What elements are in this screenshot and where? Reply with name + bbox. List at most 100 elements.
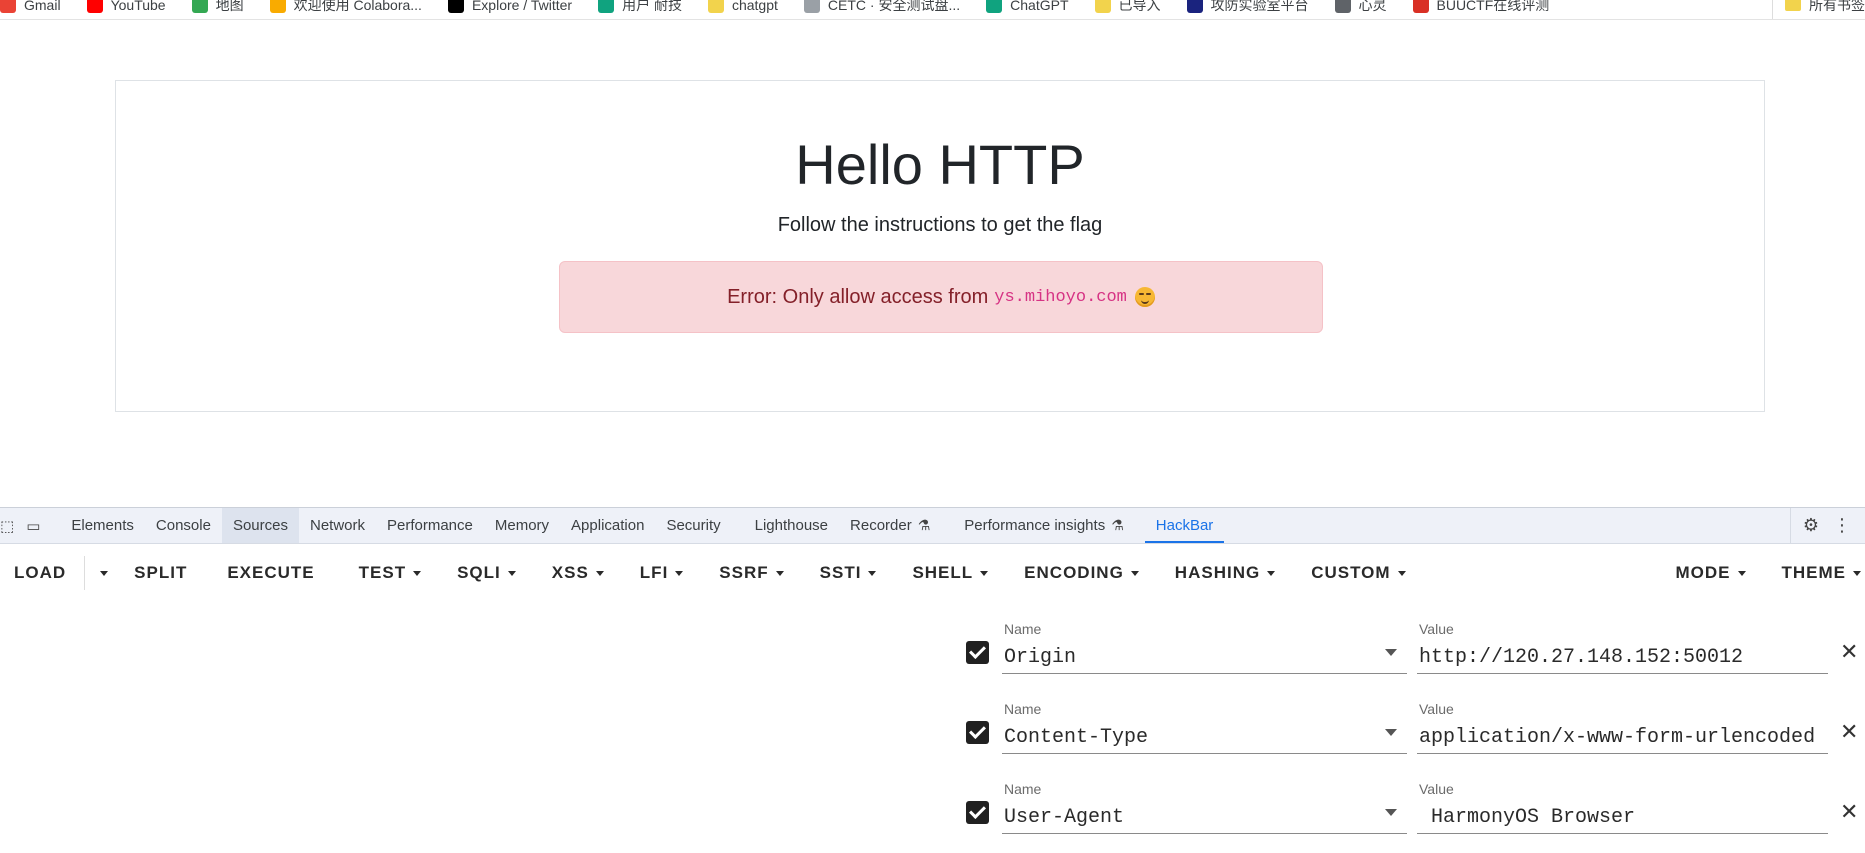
bookmark-item[interactable]: 已导入 (1094, 0, 1161, 15)
remove-header-close-icon[interactable]: ✕ (1840, 641, 1858, 663)
tab-memory[interactable]: Memory (484, 508, 560, 543)
inspect-element-icon[interactable]: ⬚ (0, 517, 14, 535)
bookmark-item[interactable]: ChatGPT (986, 0, 1069, 13)
header-enabled-checkbox[interactable] (966, 801, 989, 824)
header-enabled-checkbox[interactable] (966, 641, 989, 664)
bookmark-item[interactable]: chatgpt (707, 0, 778, 13)
bookmark-favicon-icon (1412, 0, 1429, 13)
bookmark-item[interactable]: BUUCTF在线评测 (1412, 0, 1549, 15)
load-button[interactable]: LOAD (0, 556, 86, 590)
header-value-text: application/x-www-form-urlencoded (1419, 726, 1816, 749)
header-name-field[interactable]: Name Origin (1002, 613, 1407, 674)
bookmark-favicon-icon (1186, 0, 1203, 13)
ssti-menu[interactable]: SSTI (820, 563, 877, 583)
settings-gear-icon[interactable]: ⚙ (1803, 515, 1819, 536)
dropdown-arrow-icon[interactable] (1385, 729, 1397, 736)
header-value-field[interactable]: Value application/x-www-form-urlencoded (1417, 693, 1828, 754)
tab-application[interactable]: Application (560, 508, 655, 543)
bookmark-item[interactable]: CETC · 安全测试盘... (803, 0, 961, 15)
header-name-value: User-Agent (1004, 806, 1125, 829)
bookmark-label: Explore / Twitter (471, 0, 573, 13)
bookmark-favicon-icon (191, 0, 208, 13)
remove-header-close-icon[interactable]: ✕ (1840, 721, 1858, 743)
tab-recorder[interactable]: Recorder ⚗ (839, 508, 941, 543)
bookmark-label: 已导入 (1118, 0, 1161, 13)
header-name-field[interactable]: Name User-Agent (1002, 773, 1407, 834)
bookmark-item[interactable]: 攻防实验室平台 (1186, 0, 1309, 15)
bookmark-item[interactable]: Explore / Twitter (447, 0, 573, 13)
more-options-icon[interactable]: ⋮ (1833, 515, 1851, 536)
mode-menu[interactable]: MODE (1676, 563, 1746, 583)
header-name-field[interactable]: Name Content-Type (1002, 693, 1407, 754)
test-menu[interactable]: TEST (359, 563, 422, 583)
page-subtitle: Follow the instructions to get the flag (777, 214, 1103, 236)
remove-header-close-icon[interactable]: ✕ (1840, 801, 1858, 823)
ssrf-menu[interactable]: SSRF (719, 563, 784, 583)
sqli-label: SQLI (457, 563, 501, 582)
load-menu-toggle[interactable] (93, 570, 109, 576)
caret-down-icon (507, 570, 516, 576)
tab-lighthouse[interactable]: Lighthouse (744, 508, 839, 543)
bookmark-favicon-icon (803, 0, 820, 13)
dropdown-arrow-icon[interactable] (1385, 809, 1397, 816)
bookmark-item[interactable]: 欢迎使用 Colabora... (269, 0, 422, 15)
theme-label: THEME (1781, 563, 1846, 582)
bookmark-label: 攻防实验室平台 (1210, 0, 1309, 13)
tab-label: Security (666, 517, 721, 534)
tab-hackbar[interactable]: HackBar (1144, 508, 1225, 543)
tab-elements[interactable]: Elements (60, 508, 145, 543)
tab-sources[interactable]: Sources (221, 508, 299, 543)
tab-label: Sources (232, 517, 288, 534)
tab-label: Application (571, 517, 645, 534)
header-value-text: HarmonyOS Browser (1419, 806, 1636, 829)
execute-button[interactable]: EXECUTE (227, 563, 314, 583)
lfi-menu[interactable]: LFI (640, 563, 684, 583)
experimental-flask-icon: ⚗ (1111, 517, 1124, 533)
custom-menu[interactable]: CUSTOM (1311, 563, 1406, 583)
header-value-field[interactable]: Value http://120.27.148.152:50012 (1417, 613, 1828, 674)
bookmark-favicon-icon (447, 0, 464, 13)
header-value-field[interactable]: Value HarmonyOS Browser (1417, 773, 1828, 834)
smiling-face-icon (1134, 287, 1155, 307)
page-title: Hello HTTP (795, 133, 1085, 196)
tab-performance-insights[interactable]: Performance insights ⚗ (953, 508, 1134, 543)
bookmark-label: chatgpt (731, 0, 778, 13)
dropdown-arrow-icon[interactable] (1385, 649, 1397, 656)
header-name-label: Name (1004, 621, 1042, 637)
caret-down-icon (1853, 570, 1861, 576)
encoding-menu[interactable]: ENCODING (1024, 563, 1139, 583)
shell-menu[interactable]: SHELL (912, 563, 989, 583)
theme-menu[interactable]: THEME (1781, 563, 1861, 583)
caret-down-icon (868, 570, 877, 576)
bookmark-label: CETC · 安全测试盘... (827, 0, 961, 13)
hashing-menu[interactable]: HASHING (1175, 563, 1276, 583)
tab-security[interactable]: Security (655, 508, 731, 543)
caret-down-icon (100, 570, 109, 576)
bookmark-item[interactable]: 心灵 (1334, 0, 1387, 15)
ssti-label: SSTI (819, 563, 862, 582)
header-row: Name Content-Type Value application/x-www-f… (962, 693, 1862, 773)
bookmark-item[interactable]: Gmail (0, 0, 61, 13)
xss-menu[interactable]: XSS (552, 563, 604, 583)
tab-console[interactable]: Console (145, 508, 222, 543)
tab-label: Console (155, 517, 211, 534)
tab-performance[interactable]: Performance (376, 508, 484, 543)
experimental-flask-icon: ⚗ (917, 517, 931, 533)
split-button[interactable]: SPLIT (134, 563, 187, 583)
tab-label: Performance insights (964, 517, 1106, 534)
alert-text: Error: Only allow access from (727, 285, 989, 308)
header-name-label: Name (1004, 701, 1042, 717)
header-enabled-checkbox[interactable] (966, 721, 989, 744)
tab-network[interactable]: Network (299, 508, 376, 543)
tab-label: Memory (494, 517, 550, 534)
bookmark-item[interactable]: 地图 (191, 0, 244, 15)
bookmark-label: Gmail (24, 0, 61, 13)
device-toolbar-icon[interactable]: ▭ (26, 517, 40, 535)
all-bookmarks-folder[interactable]: 所有书签 (1772, 0, 1865, 19)
sqli-menu[interactable]: SQLI (457, 563, 516, 583)
bookmark-item[interactable]: YouTube (86, 0, 166, 13)
caret-down-icon (775, 570, 784, 576)
bookmark-label: ChatGPT (1010, 0, 1069, 13)
custom-label: CUSTOM (1311, 563, 1391, 582)
bookmark-item[interactable]: 用户 耐技 (598, 0, 682, 15)
